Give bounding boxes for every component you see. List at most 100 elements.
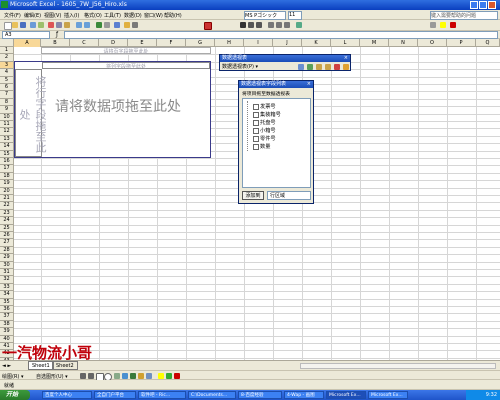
col-header-m[interactable]: M — [360, 39, 389, 47]
align-left-icon[interactable] — [268, 22, 274, 28]
row-header[interactable]: 25 — [0, 224, 14, 232]
redo-icon[interactable] — [84, 22, 90, 28]
pivot-field-list-panel[interactable]: 数据透视表字段列表 × 将项目拖至数据透视表 发票号 集装箱号 托盘号 小箱号 … — [238, 80, 314, 204]
row-header[interactable]: 33 — [0, 283, 14, 292]
page-field-drop-zone[interactable]: 请将页字段拖至此处 — [41, 47, 211, 55]
row-header[interactable]: 23 — [0, 209, 14, 218]
print-icon[interactable] — [30, 22, 36, 28]
taskbar-item-8[interactable]: Microsoft Ex... — [368, 391, 408, 399]
row-header[interactable]: 2 — [0, 54, 14, 62]
close-icon[interactable]: × — [307, 81, 311, 88]
add-to-button[interactable]: 添加到 — [242, 191, 264, 200]
row-header[interactable]: 14 — [0, 143, 14, 151]
sum-icon[interactable] — [96, 22, 102, 28]
fx-icon[interactable]: ƒ — [56, 31, 62, 39]
align-center-icon[interactable] — [276, 22, 282, 28]
col-header-k[interactable]: K — [302, 39, 331, 47]
field-list-header[interactable]: 数据透视表字段列表 × — [239, 81, 313, 88]
help-search-input[interactable]: 键入需要帮助的问题 — [430, 11, 498, 20]
chart-icon[interactable] — [114, 22, 120, 28]
field-item-invoice[interactable]: 发票号 — [253, 103, 276, 110]
format-report-icon[interactable] — [298, 64, 304, 70]
col-header-n[interactable]: N — [389, 39, 418, 47]
draw-menu-button[interactable]: 绘图(R) ▾ — [2, 373, 23, 380]
col-header-c[interactable]: C — [70, 39, 99, 47]
wordart-icon[interactable] — [122, 373, 128, 379]
menu-view[interactable]: 视图(V) — [44, 12, 61, 19]
autoshape-button[interactable]: 自选图形(U) ▾ — [36, 373, 68, 380]
col-header-l[interactable]: L — [331, 39, 360, 47]
row-header[interactable]: 30 — [0, 261, 14, 269]
taskbar-item-3[interactable]: 软件吧 - Ric... — [138, 391, 186, 399]
fill-icon[interactable] — [158, 373, 164, 379]
area-select[interactable]: 行区域 — [267, 191, 311, 200]
borders-icon[interactable] — [430, 22, 436, 28]
text-color-icon[interactable] — [174, 373, 180, 379]
row-header[interactable]: 36 — [0, 306, 14, 314]
menu-insert[interactable]: 插入(I) — [64, 12, 79, 19]
maximize-button[interactable] — [479, 1, 487, 9]
pivot-highlight-icon[interactable] — [204, 22, 212, 30]
paste-icon[interactable] — [64, 22, 70, 28]
row-header[interactable]: 24 — [0, 217, 14, 225]
row-header[interactable]: 15 — [0, 150, 14, 158]
undo-icon[interactable] — [76, 22, 82, 28]
row-header[interactable]: 34 — [0, 291, 14, 299]
col-header-a[interactable]: A — [14, 39, 41, 47]
field-item-part-no[interactable]: 零件号 — [253, 135, 276, 142]
row-header[interactable]: 6 — [0, 84, 14, 92]
row-header[interactable]: 7 — [0, 91, 14, 99]
start-button[interactable]: 开始 — [0, 390, 30, 400]
row-field-drop-zone[interactable]: 将行字段拖至此处 — [15, 69, 47, 157]
field-item-pallet[interactable]: 托盘号 — [253, 119, 276, 126]
row-header[interactable]: 18 — [0, 172, 14, 181]
row-header[interactable]: 37 — [0, 313, 14, 321]
font-name-select[interactable]: MS Pゴシック — [244, 11, 286, 20]
row-header[interactable]: 27 — [0, 239, 14, 247]
sort-icon[interactable] — [104, 22, 110, 28]
row-header[interactable]: 31 — [0, 269, 14, 277]
row-header[interactable]: 35 — [0, 298, 14, 306]
column-field-drop-zone[interactable]: 将列字段拖至此处 — [42, 62, 210, 70]
col-header-d[interactable]: D — [99, 39, 128, 47]
row-header[interactable]: 22 — [0, 202, 14, 210]
font-size-select[interactable]: 11 — [288, 11, 302, 20]
drawing-icon[interactable] — [124, 22, 130, 28]
taskbar-item-1[interactable]: 百度个人中心 — [42, 391, 92, 399]
close-icon[interactable]: × — [344, 55, 348, 62]
pivot-toolbar-header[interactable]: 数据透视表 × — [220, 55, 350, 62]
tab-scroll-icon[interactable]: ◄ ► — [2, 363, 11, 369]
row-header[interactable]: 1 — [0, 47, 14, 55]
row-header[interactable]: 10 — [0, 113, 14, 121]
col-header-p[interactable]: P — [447, 39, 476, 47]
line-color-icon[interactable] — [166, 373, 172, 379]
underline-icon[interactable] — [256, 22, 262, 28]
col-header-o[interactable]: O — [418, 39, 447, 47]
row-header[interactable]: 11 — [0, 121, 14, 129]
row-header[interactable]: 39 — [0, 328, 14, 336]
row-header[interactable]: 20 — [0, 187, 14, 195]
field-settings-icon[interactable] — [343, 64, 349, 70]
col-header-j[interactable]: J — [273, 39, 302, 47]
refresh-icon[interactable] — [334, 64, 340, 70]
row-header[interactable]: 19 — [0, 180, 14, 188]
col-header-b[interactable]: B — [41, 39, 70, 47]
col-header-e[interactable]: E — [128, 39, 157, 47]
menu-format[interactable]: 格式(O) — [84, 12, 102, 19]
taskbar-item-6[interactable]: 4-Wap - 画图 — [284, 391, 324, 399]
print-preview-icon[interactable] — [38, 22, 44, 28]
italic-icon[interactable] — [248, 22, 254, 28]
pivot-menu-button[interactable]: 数据透视表(P) ▾ — [222, 63, 258, 70]
row-header[interactable]: 17 — [0, 165, 14, 173]
row-header[interactable]: 21 — [0, 195, 14, 203]
taskbar-item-7[interactable]: Microsoft Ex... — [326, 391, 366, 399]
row-header[interactable]: 28 — [0, 246, 14, 255]
sheet-tab-1[interactable]: Sheet1 — [28, 361, 54, 370]
menu-window[interactable]: 窗口(W) — [144, 12, 163, 19]
col-header-h[interactable]: H — [215, 39, 244, 47]
row-header[interactable]: 9 — [0, 106, 14, 114]
hide-detail-icon[interactable] — [316, 64, 322, 70]
row-header[interactable]: 13 — [0, 135, 14, 144]
taskbar-item-2[interactable]: 全自门户平台 — [94, 391, 136, 399]
menu-help[interactable]: 帮助(H) — [164, 12, 182, 19]
